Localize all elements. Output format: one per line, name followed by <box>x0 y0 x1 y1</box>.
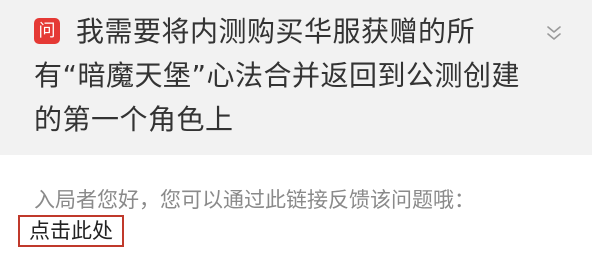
question-title: 我需要将内测购买华服获赠的所有“暗魔天堡”心法合并返回到公测创建的第一个角色上 <box>34 15 521 136</box>
chevron-double-down-icon[interactable] <box>543 22 565 44</box>
qa-page: 问 我需要将内测购买华服获赠的所有“暗魔天堡”心法合并返回到公测创建的第一个角色… <box>0 0 592 272</box>
answer-block: 入局者您好，您可以通过此链接反馈该问题哦： 点击此处 <box>18 185 574 247</box>
feedback-link[interactable]: 点击此处 <box>18 215 124 247</box>
answer-intro-text: 入局者您好，您可以通过此链接反馈该问题哦： <box>34 188 475 212</box>
question-card[interactable]: 问 我需要将内测购买华服获赠的所有“暗魔天堡”心法合并返回到公测创建的第一个角色… <box>0 0 592 155</box>
